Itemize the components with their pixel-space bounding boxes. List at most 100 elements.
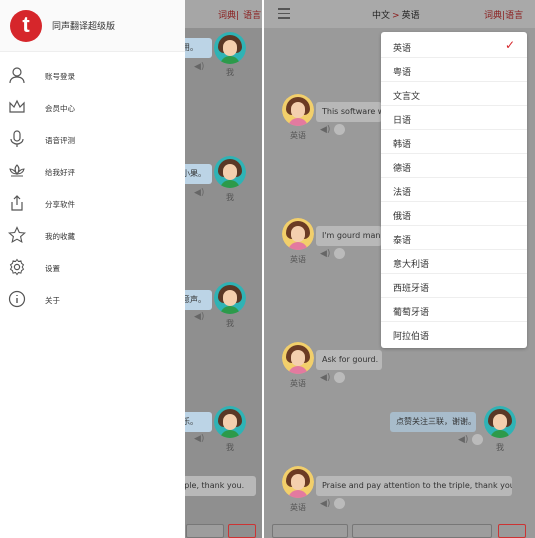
audio-controls[interactable]: ◀) [458,434,483,445]
microphone-icon [10,130,24,147]
avatar-label: 我 [226,68,234,77]
speaker-icon[interactable]: ◀) [194,188,204,198]
chat-bubble[interactable]: Ask for gourd. [316,350,382,370]
app-logo: t [10,10,42,42]
language-dropdown: 英语 ✓ 粤语 文言文 日语 韩语 德语 法语 俄语 泰语 意大利语 西班牙语 葡… [381,32,527,348]
top-bar: 中文 > 英语 词典|语言 [264,0,535,28]
chat-bubble[interactable]: I'm gourd man [316,226,382,246]
right-phone-screen: 中文 > 英语 词典|语言 英语 This software w ◀) 英语 I'm… [264,0,535,538]
avatar-label: 英语 [290,503,306,512]
speaker-icon[interactable]: ◀) [458,435,468,445]
record-button[interactable] [472,434,483,445]
language-option[interactable]: 韩语 [381,130,527,154]
chat-bubble[interactable]: This software w [316,102,382,122]
language-option[interactable]: 文言文 [381,82,527,106]
target-language: 英语 [401,11,420,21]
speaker-icon[interactable]: ◀) [320,373,330,383]
language-option[interactable]: 德语 [381,154,527,178]
menu-icon[interactable] [278,8,290,19]
speaker-icon[interactable]: ◀) [320,499,330,509]
bottom-send-button[interactable] [228,524,256,538]
dictionary-link[interactable]: 词典 [484,11,502,21]
avatar-label: 英语 [290,255,306,264]
audio-controls[interactable]: ◀) [320,498,345,509]
crown-icon [9,99,25,113]
audio-controls[interactable]: ◀) [320,372,345,383]
bottom-input[interactable] [272,524,348,538]
avatar-label: 英语 [290,379,306,388]
top-bar-links: 词典|语言 [484,11,524,21]
bottom-input[interactable] [352,524,492,538]
menu-item-membership[interactable]: 会员中心 [0,92,185,124]
audio-controls[interactable]: ◀) [194,312,204,322]
menu-item-about[interactable]: 关于 [0,284,185,316]
avatar [484,406,516,438]
top-bar-links: 词典|语言 [218,11,262,21]
checkmark-icon: ✓ [504,38,515,52]
menu-item-settings[interactable]: 设置 [0,252,185,284]
avatar-label: 英语 [290,131,306,140]
language-option[interactable]: 意大利语 [381,250,527,274]
audio-controls[interactable]: ◀) [194,434,204,444]
avatar [282,342,314,374]
menu-item-label: 分享软件 [45,200,75,209]
menu-item-favorites[interactable]: 我的收藏 [0,220,185,252]
avatar [214,32,246,64]
dictionary-link[interactable]: 词典 [218,11,236,21]
record-button[interactable] [334,248,345,259]
language-option[interactable]: 法语 [381,178,527,202]
speaker-icon[interactable]: ◀) [194,312,204,322]
audio-controls[interactable]: ◀) [194,188,204,198]
avatar [214,156,246,188]
menu-item-voice-eval[interactable]: 语音评测 [0,124,185,156]
avatar-label: 我 [226,319,234,328]
language-pair-title[interactable]: 中文 > 英语 [372,8,420,21]
avatar [214,282,246,314]
speaker-icon[interactable]: ◀) [320,125,330,135]
audio-controls[interactable]: ◀) [320,248,345,259]
language-option[interactable]: 日语 [381,106,527,130]
language-link[interactable]: 语言 [243,11,261,21]
menu-item-share[interactable]: 分享软件 [0,188,185,220]
language-option[interactable]: 泰语 [381,226,527,250]
avatar [282,218,314,250]
audio-controls[interactable]: ◀) [320,124,345,135]
bottom-send-button[interactable] [498,524,526,538]
menu-item-label: 关于 [45,296,60,305]
avatar [282,94,314,126]
chat-bubble[interactable]: Praise and pay attention to the triple, … [316,476,512,496]
language-link[interactable]: 语言 [505,11,523,21]
menu-item-label: 设置 [45,264,60,273]
language-option[interactable]: 葡萄牙语 [381,298,527,322]
menu-item-rate[interactable]: 给我好评 [0,156,185,188]
chat-bubble[interactable]: 点赞关注三联，谢谢。 [390,412,476,432]
source-language: 中文 [372,11,391,21]
left-phone-screen: 词典| 语言 用。 我 ◀) 小果。 我 ◀) 意声。 我 ◀) 乐。 我 ◀)… [0,0,262,538]
menu-item-label: 语音评测 [45,136,75,145]
speaker-icon[interactable]: ◀) [194,62,204,72]
record-button[interactable] [334,498,345,509]
app-name: 同声翻译超级版 [52,22,116,32]
drawer-header: t 同声翻译超级版 [0,0,185,52]
language-option[interactable]: 西班牙语 [381,274,527,298]
menu-item-label: 给我好评 [45,168,75,177]
menu-item-login[interactable]: 账号登录 [0,60,185,92]
star-icon [8,226,26,243]
menu-item-label: 账号登录 [45,72,75,81]
language-option[interactable]: 阿拉伯语 [381,322,527,346]
screenshot-root: 词典| 语言 用。 我 ◀) 小果。 我 ◀) 意声。 我 ◀) 乐。 我 ◀)… [0,0,535,538]
speaker-icon[interactable]: ◀) [320,249,330,259]
menu-item-label: 我的收藏 [45,232,75,241]
language-option[interactable]: 英语 ✓ [381,34,527,58]
audio-controls[interactable]: ◀) [194,62,204,72]
chat-bubble[interactable]: iple, thank you. [176,476,256,496]
lotus-icon [9,164,25,177]
speaker-icon[interactable]: ◀) [194,434,204,444]
info-icon [8,290,26,308]
avatar [282,466,314,498]
record-button[interactable] [334,124,345,135]
record-button[interactable] [334,372,345,383]
language-option[interactable]: 粤语 [381,58,527,82]
bottom-input[interactable] [186,524,224,538]
language-option[interactable]: 俄语 [381,202,527,226]
